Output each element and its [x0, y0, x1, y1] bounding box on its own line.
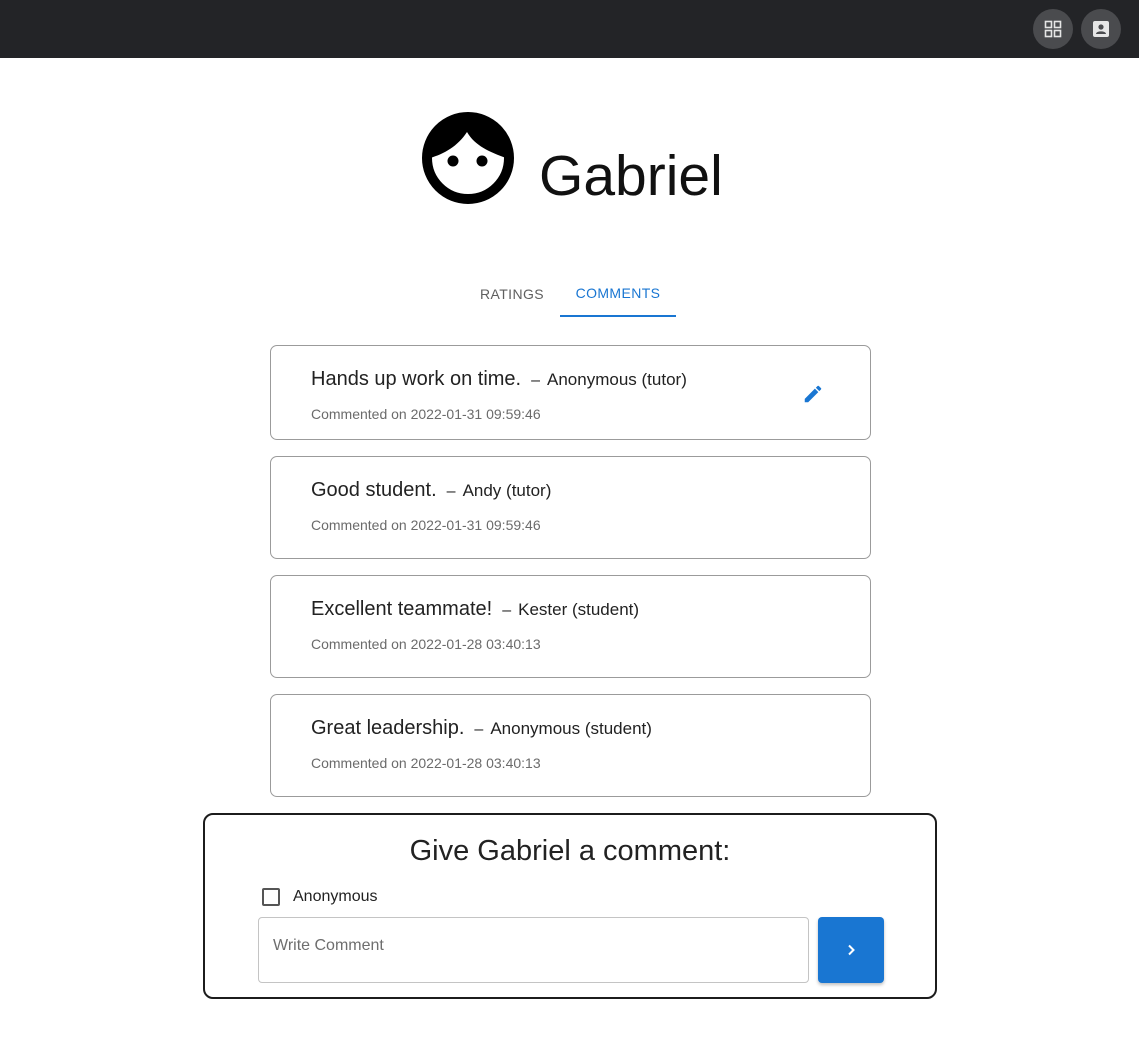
tab-ratings[interactable]: RATINGS [464, 270, 560, 317]
comment-author: Anonymous (tutor) [547, 370, 687, 389]
tab-comments[interactable]: COMMENTS [560, 270, 676, 317]
send-comment-button[interactable] [818, 917, 884, 983]
comment-date: Commented on 2022-01-28 03:40:13 [311, 755, 541, 771]
anonymous-label: Anonymous [293, 888, 378, 905]
face-icon [422, 112, 514, 204]
edit-comment-button[interactable] [799, 380, 827, 408]
profile-header: Gabriel [0, 110, 1139, 206]
pencil-icon [804, 385, 822, 403]
contact-card-icon [1093, 21, 1109, 37]
profile-name: Gabriel [539, 144, 723, 208]
comment-dash: – [502, 602, 512, 619]
top-app-bar [0, 0, 1139, 58]
comment-date: Commented on 2022-01-31 09:59:46 [311, 406, 541, 422]
apps-grid-icon [1044, 20, 1062, 38]
chevron-right-icon [848, 944, 855, 956]
anonymous-option: Anonymous [262, 887, 378, 907]
comment-card: Excellent teammate! – Kester (student) Com… [270, 575, 871, 678]
comment-line: Excellent teammate! – Kester (student) [311, 598, 639, 621]
comment-input[interactable] [258, 917, 809, 983]
tab-bar: RATINGS COMMENTS [464, 270, 676, 317]
profile-button[interactable] [1081, 9, 1121, 49]
comment-author: Anonymous (student) [490, 719, 652, 738]
comment-line: Good student. – Andy (tutor) [311, 479, 551, 502]
comment-line: Great leadership. – Anonymous (student) [311, 717, 652, 740]
comment-text: Excellent teammate! [311, 598, 493, 620]
comment-text: Great leadership. [311, 717, 465, 739]
comment-dash: – [531, 372, 541, 389]
comment-dash: – [446, 483, 456, 500]
comment-author: Andy (tutor) [462, 481, 552, 500]
comment-author: Kester (student) [518, 600, 640, 619]
comment-card: Hands up work on time. – Anonymous (tutor)… [270, 345, 871, 440]
apps-button[interactable] [1033, 9, 1073, 49]
composer-title: Give Gabriel a comment: [409, 835, 731, 867]
comment-card: Good student. – Andy (tutor) Commented on … [270, 456, 871, 559]
comment-date: Commented on 2022-01-31 09:59:46 [311, 517, 541, 533]
comment-composer: Give Gabriel a comment: Anonymous [203, 813, 937, 999]
comment-dash: – [474, 721, 484, 738]
anonymous-checkbox[interactable] [262, 888, 280, 906]
comment-text: Good student. [311, 479, 437, 501]
comment-line: Hands up work on time. – Anonymous (tutor) [311, 368, 687, 391]
comment-card: Great leadership. – Anonymous (student) Co… [270, 694, 871, 797]
comment-date: Commented on 2022-01-28 03:40:13 [311, 636, 541, 652]
comment-text: Hands up work on time. [311, 368, 522, 390]
